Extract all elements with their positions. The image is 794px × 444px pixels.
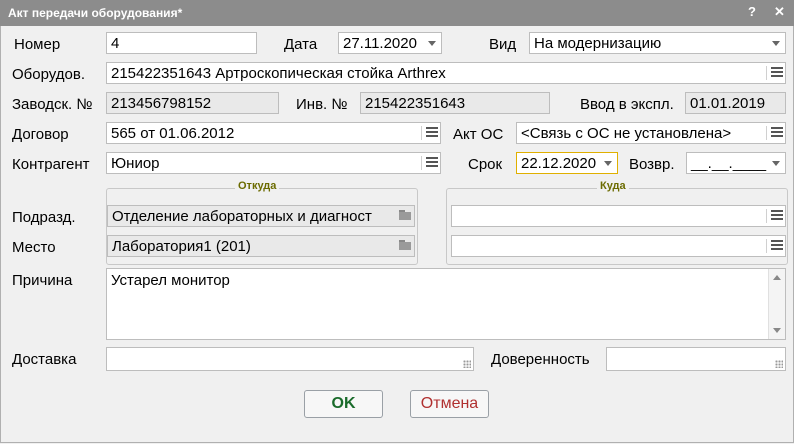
serial-label: Заводск. № — [12, 96, 93, 113]
folder-icon[interactable] — [399, 240, 411, 250]
list-menu-icon[interactable] — [426, 157, 438, 169]
contractor-label: Контрагент — [12, 156, 90, 173]
title-bar: Акт передачи оборудования* ? ✕ — [0, 0, 794, 26]
serial-field: 213456798152 — [106, 92, 279, 114]
scroll-down-icon[interactable] — [773, 328, 781, 333]
equipment-value: 215422351643 Артроскопическая стойка Art… — [111, 65, 446, 82]
type-value: На модернизацию — [534, 35, 662, 52]
date-dropdown-icon[interactable] — [423, 33, 441, 53]
contract-field[interactable]: 565 от 01.06.2012 — [106, 122, 441, 144]
power-of-attorney-field[interactable] — [606, 347, 786, 371]
delivery-label: Доставка — [12, 351, 77, 368]
return-label: Возвр. — [629, 156, 675, 173]
number-value: 4 — [111, 35, 120, 52]
to-group-title: Куда — [597, 180, 629, 192]
to-department-field[interactable] — [451, 205, 786, 227]
separator — [421, 126, 422, 140]
list-menu-icon[interactable] — [771, 67, 783, 79]
list-menu-icon[interactable] — [771, 240, 783, 252]
return-field[interactable]: __.__.____ — [686, 152, 786, 174]
list-menu-icon[interactable] — [771, 127, 783, 139]
window-title: Акт передачи оборудования* — [8, 6, 183, 20]
inventory-label: Инв. № — [296, 96, 348, 113]
serial-value: 213456798152 — [111, 95, 212, 112]
resize-grip-icon[interactable] — [775, 360, 783, 368]
return-dropdown-icon[interactable] — [767, 153, 785, 173]
folder-icon[interactable] — [399, 210, 411, 220]
date-label: Дата — [284, 36, 318, 53]
term-dropdown-icon[interactable] — [599, 153, 617, 173]
reason-scrollbar[interactable] — [768, 269, 785, 339]
contract-label: Договор — [12, 126, 69, 143]
separator — [766, 209, 767, 223]
reason-value: Устарел монитор — [111, 272, 230, 289]
from-group-title: Откуда — [235, 180, 280, 192]
scroll-up-icon[interactable] — [773, 275, 781, 280]
date-value: 27.11.2020 — [343, 35, 417, 52]
place-label: Место — [12, 239, 56, 256]
type-label: Вид — [489, 36, 517, 53]
chevron-down-icon[interactable] — [767, 33, 785, 53]
term-field[interactable]: 22.12.2020 — [516, 152, 618, 174]
contractor-field[interactable]: Юниор — [106, 152, 441, 174]
commission-value: 01.01.2019 — [690, 95, 766, 112]
type-select[interactable]: На модернизацию — [529, 32, 786, 54]
separator — [766, 239, 767, 253]
list-menu-icon[interactable] — [426, 127, 438, 139]
ok-button[interactable]: OK — [304, 390, 383, 418]
number-label: Номер — [14, 36, 61, 53]
inventory-value: 215422351643 — [365, 95, 466, 112]
close-button[interactable]: ✕ — [774, 4, 785, 20]
to-place-field[interactable] — [451, 235, 786, 257]
term-value: 22.12.2020 — [521, 155, 597, 172]
date-field[interactable]: 27.11.2020 — [338, 32, 442, 54]
equipment-label: Оборудов. — [12, 66, 86, 83]
from-department-value: Отделение лабораторных и диагност — [112, 208, 372, 225]
commission-label: Ввод в экспл. — [580, 96, 674, 113]
reason-textarea[interactable]: Устарел монитор — [106, 268, 786, 340]
delivery-field[interactable] — [106, 347, 474, 371]
separator — [766, 66, 767, 80]
number-field[interactable]: 4 — [106, 32, 257, 54]
from-place-field[interactable]: Лаборатория1 (201) — [107, 235, 415, 257]
inventory-field: 215422351643 — [360, 92, 550, 114]
cancel-button[interactable]: Отмена — [410, 390, 489, 418]
list-menu-icon[interactable] — [771, 210, 783, 222]
contract-value: 565 от 01.06.2012 — [111, 125, 235, 142]
department-label: Подразд. — [12, 209, 76, 226]
from-department-field[interactable]: Отделение лабораторных и диагност — [107, 205, 415, 227]
separator — [421, 156, 422, 170]
term-label: Срок — [468, 156, 503, 173]
reason-label: Причина — [12, 272, 73, 289]
resize-grip-icon[interactable] — [463, 360, 471, 368]
commission-field: 01.01.2019 — [685, 92, 786, 114]
contractor-value: Юниор — [111, 155, 160, 172]
act-os-label: Акт ОС — [453, 126, 504, 143]
equipment-field[interactable]: 215422351643 Артроскопическая стойка Art… — [106, 62, 786, 84]
separator — [766, 126, 767, 140]
help-button[interactable]: ? — [748, 4, 756, 19]
act-os-value: <Связь с ОС не установлена> — [521, 125, 732, 142]
return-value: __.__.____ — [691, 155, 767, 172]
from-place-value: Лаборатория1 (201) — [112, 238, 251, 255]
act-os-field[interactable]: <Связь с ОС не установлена> — [516, 122, 786, 144]
dialog-body: Номер 4 Дата 27.11.2020 Вид На модерниза… — [0, 26, 794, 443]
power-of-attorney-label: Доверенность — [491, 351, 590, 368]
